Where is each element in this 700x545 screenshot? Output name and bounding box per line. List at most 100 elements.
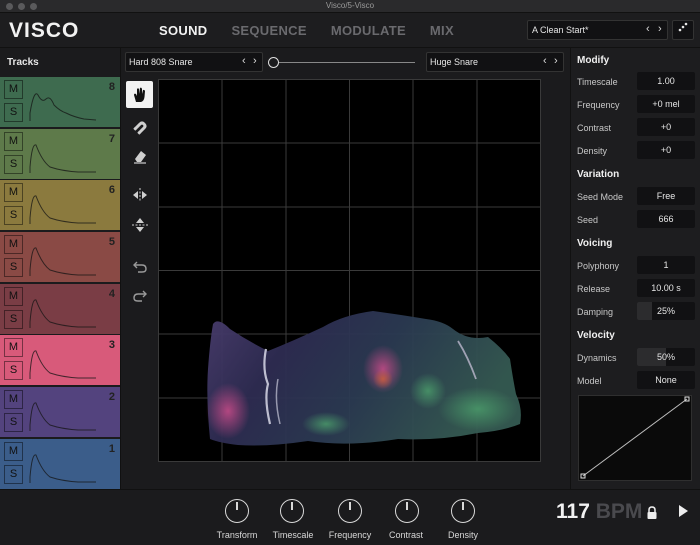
- waveform-thumbnail: [29, 144, 96, 173]
- track-row-8[interactable]: MS 8: [0, 77, 120, 127]
- voicing-section-title: Voicing: [577, 238, 613, 249]
- track-row-6[interactable]: MS 6: [0, 180, 120, 231]
- solo-button[interactable]: S: [4, 361, 23, 381]
- solo-button[interactable]: S: [4, 154, 23, 174]
- tempo-lock-button[interactable]: [646, 506, 658, 523]
- sample-a-prev-button[interactable]: ‹: [242, 55, 246, 67]
- solo-button[interactable]: S: [4, 464, 23, 484]
- mute-button[interactable]: M: [4, 235, 23, 255]
- polyphony-value: 1: [663, 260, 669, 270]
- contrast-label: Contrast: [577, 123, 612, 133]
- menu-button[interactable]: [672, 20, 694, 40]
- timescale-label: Timescale: [577, 77, 618, 87]
- track-number: 6: [108, 184, 115, 197]
- solo-button[interactable]: S: [4, 413, 23, 433]
- polyphony-value-field[interactable]: 1: [637, 256, 695, 274]
- damping-value-field[interactable]: 25%: [637, 302, 695, 320]
- mute-button[interactable]: M: [4, 441, 23, 461]
- release-label: Release: [577, 284, 611, 294]
- mute-button[interactable]: M: [4, 183, 23, 203]
- waveform-thumbnail: [29, 247, 96, 277]
- track-row-3[interactable]: MS 3: [0, 335, 120, 386]
- undo-button[interactable]: [126, 252, 153, 279]
- window-title: Visco/5-Visco: [325, 1, 375, 10]
- play-button[interactable]: [677, 504, 689, 521]
- track-number: 3: [108, 339, 115, 352]
- blend-slider-handle[interactable]: [268, 57, 279, 68]
- model-selector[interactable]: None: [637, 371, 695, 389]
- seed-mode-value: Free: [656, 191, 676, 201]
- solo-button[interactable]: S: [4, 309, 23, 329]
- contrast-knob[interactable]: [395, 499, 419, 523]
- velocity-curve: [580, 396, 690, 479]
- waveform-thumbnail: [29, 350, 96, 380]
- density-knob-label: Density: [447, 530, 478, 540]
- tab-sequence[interactable]: SEQUENCE: [231, 23, 306, 38]
- track-number: 2: [108, 391, 115, 404]
- seed-mode-selector[interactable]: Free: [637, 187, 695, 205]
- waveform-thumbnail: [29, 299, 96, 328]
- density-value-field[interactable]: +0: [637, 141, 695, 159]
- knob-indicator: [291, 502, 293, 510]
- dynamics-value-field[interactable]: 50%: [637, 348, 695, 366]
- flip-vertical-icon: [131, 217, 148, 232]
- mute-button[interactable]: M: [4, 286, 23, 306]
- redo-icon: [132, 290, 147, 302]
- sample-a-next-button[interactable]: ›: [253, 55, 257, 67]
- bpm-value: 117: [556, 500, 590, 523]
- mute-button[interactable]: M: [4, 390, 23, 410]
- preset-name: A Clean Start*: [532, 25, 589, 35]
- release-value: 10.00 s: [651, 283, 681, 293]
- seed-label: Seed: [577, 215, 599, 225]
- hand-tool-button[interactable]: [126, 81, 153, 108]
- magnet-tool-button[interactable]: [126, 112, 153, 139]
- mute-button[interactable]: M: [4, 80, 23, 99]
- density-knob[interactable]: [451, 499, 475, 523]
- timescale-knob[interactable]: [280, 499, 304, 523]
- seed-value-field[interactable]: 666: [637, 210, 695, 228]
- velocity-curve-editor[interactable]: [578, 395, 692, 481]
- contrast-value-field[interactable]: +0: [637, 118, 695, 136]
- tracks-title: Tracks: [7, 57, 39, 68]
- flip-horizontal-button[interactable]: [126, 181, 153, 208]
- preset-selector[interactable]: A Clean Start* ‹ ›: [527, 20, 668, 40]
- frequency-value-field[interactable]: +0 mel: [637, 95, 695, 113]
- solo-button[interactable]: S: [4, 206, 23, 226]
- sample-b-prev-button[interactable]: ‹: [543, 55, 547, 67]
- model-value: None: [655, 375, 677, 385]
- damping-value: 25%: [656, 306, 675, 316]
- track-row-4[interactable]: MS 4: [0, 283, 120, 334]
- dots-icon: [678, 22, 688, 32]
- mute-button[interactable]: M: [4, 338, 23, 358]
- track-row-2[interactable]: MS 2: [0, 387, 120, 438]
- solo-button[interactable]: S: [4, 103, 23, 122]
- frequency-knob[interactable]: [338, 499, 362, 523]
- track-row-7[interactable]: MS 7: [0, 128, 120, 179]
- track-list: MS8MS7MS6MS5MS4MS3MS2MS1: [0, 77, 120, 489]
- timescale-value-field[interactable]: 1.00: [637, 72, 695, 90]
- track-number: 4: [108, 287, 115, 300]
- sample-a-selector[interactable]: Hard 808 Snare ‹ ›: [125, 52, 263, 72]
- preset-prev-button[interactable]: ‹: [646, 23, 650, 35]
- tab-mix[interactable]: MIX: [430, 23, 454, 38]
- eraser-tool-button[interactable]: [126, 142, 153, 169]
- transform-knob[interactable]: [225, 499, 249, 523]
- mute-button[interactable]: M: [4, 131, 23, 151]
- solo-button[interactable]: S: [4, 258, 23, 278]
- sound-shape-canvas[interactable]: [158, 79, 541, 462]
- tab-sound[interactable]: SOUND: [159, 23, 207, 38]
- blend-slider-track[interactable]: [273, 62, 415, 63]
- flip-vertical-button[interactable]: [126, 211, 153, 238]
- track-row-5[interactable]: MS 5: [0, 232, 120, 283]
- release-value-field[interactable]: 10.00 s: [637, 279, 695, 297]
- tempo-display[interactable]: 117 BPM: [556, 500, 642, 524]
- track-row-1[interactable]: MS 1: [0, 438, 120, 489]
- velocity-section-title: Velocity: [577, 330, 615, 341]
- density-label: Density: [577, 146, 608, 156]
- sample-b-selector[interactable]: Huge Snare ‹ ›: [426, 52, 564, 72]
- redo-button[interactable]: [126, 281, 153, 308]
- waveform-thumbnail: [29, 402, 96, 432]
- preset-next-button[interactable]: ›: [658, 23, 662, 35]
- tab-modulate[interactable]: MODULATE: [331, 23, 406, 38]
- sample-b-next-button[interactable]: ›: [554, 55, 558, 67]
